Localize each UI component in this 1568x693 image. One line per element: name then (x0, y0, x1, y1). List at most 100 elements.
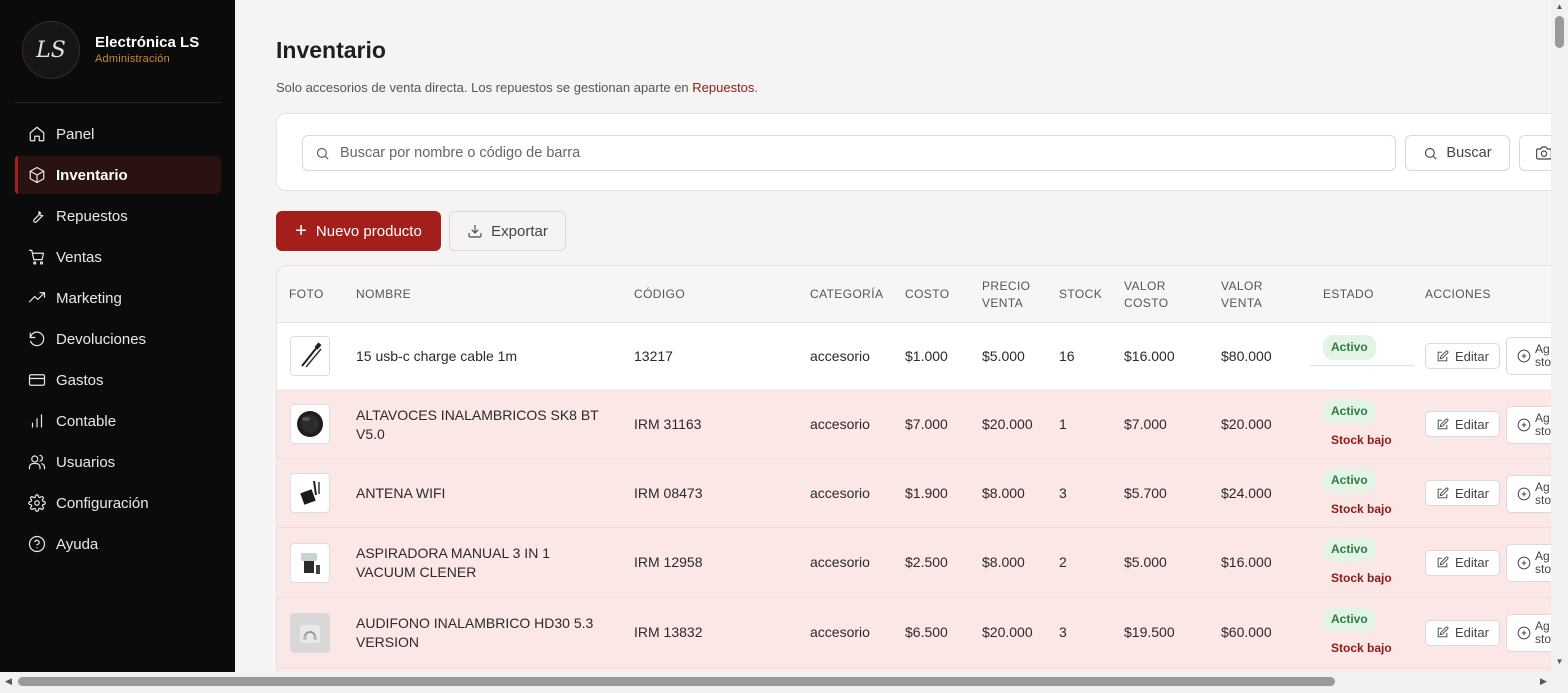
product-name: ASPIRADORA MANUAL 3 IN 1 VACUUM CLENER (356, 528, 616, 597)
search-button[interactable]: Buscar (1405, 135, 1510, 171)
product-category: accesorio (810, 624, 870, 640)
add-stock-button[interactable]: Ag sto (1506, 614, 1551, 652)
header-codigo[interactable]: CÓDIGO (634, 266, 685, 323)
horizontal-scroll-thumb[interactable] (18, 677, 1335, 686)
product-name-line1: 15 usb-c charge cable 1m (356, 348, 518, 364)
edit-button[interactable]: Editar (1425, 549, 1500, 576)
product-code: 13217 (634, 347, 673, 364)
header-estado[interactable]: ESTADO (1323, 266, 1374, 323)
edit-label: Editar (1455, 555, 1489, 570)
camera-scan-button[interactable] (1519, 135, 1551, 171)
vertical-scrollbar[interactable]: ▲ ▼ (1551, 0, 1568, 672)
edit-label: Editar (1455, 485, 1489, 501)
product-status: Activo Stock bajo (1323, 528, 1392, 597)
status-badge: Activo (1323, 607, 1376, 632)
product-price: $5.000 (982, 347, 1025, 364)
edit-button[interactable]: Editar (1425, 619, 1500, 646)
header-precio-venta-line2: VENTA (982, 295, 1024, 310)
product-category: accesorio (810, 347, 870, 364)
users-icon (28, 453, 46, 471)
product-name-line1: ASPIRADORA MANUAL 3 IN 1 (356, 545, 550, 561)
table-row[interactable]: 15 usb-c charge cable 1m 13217 accesorio… (277, 323, 1551, 390)
product-photo (290, 528, 330, 597)
table-row[interactable]: AUDIFONO INALAMBRICO HD30 5.3 VERSION IRM… (277, 598, 1551, 668)
status-badge: Activo (1323, 537, 1376, 562)
product-photo (290, 323, 330, 389)
new-product-button[interactable]: + Nuevo producto (276, 211, 441, 251)
product-name-line2: V5.0 (356, 426, 385, 442)
edit-icon (1437, 487, 1449, 498)
search-field[interactable] (302, 135, 1396, 171)
product-stock: 2 (1059, 554, 1067, 570)
edit-button[interactable]: Editar (1425, 480, 1500, 506)
brand-subtitle: Administración (95, 53, 170, 65)
scroll-up-arrow-icon[interactable]: ▲ (1555, 2, 1564, 11)
header-categoria[interactable]: CATEGORÍA (810, 266, 883, 323)
table-row[interactable]: ANTENA WIFI IRM 08473 accesorio $1.900 $… (277, 459, 1551, 528)
header-valor-costo-line1: VALOR (1124, 278, 1166, 293)
sidebar-item-usuarios[interactable]: Usuarios (15, 443, 221, 481)
row-actions: Editar (1425, 323, 1500, 389)
header-stock[interactable]: STOCK (1059, 266, 1102, 323)
sidebar-item-marketing[interactable]: Marketing (15, 279, 221, 317)
sidebar-item-configuracion[interactable]: Configuración (15, 484, 221, 522)
cable-thumbnail (290, 336, 330, 376)
product-sale-value: $80.000 (1221, 347, 1272, 364)
table-row[interactable]: ALTAVOCES INALAMBRICOS SK8 BT V5.0 IRM 31… (277, 390, 1551, 459)
table-header: FOTO NOMBRE CÓDIGO CATEGORÍA COSTO PRECI… (277, 266, 1551, 323)
header-valor-venta-line2: VENTA (1221, 295, 1263, 310)
product-cost: $6.500 (905, 624, 948, 640)
new-product-label: Nuevo producto (315, 222, 422, 240)
edit-icon (1437, 626, 1449, 638)
header-nombre[interactable]: NOMBRE (356, 266, 411, 323)
trending-up-icon (28, 289, 46, 307)
sidebar-item-label: Panel (56, 125, 95, 143)
add-stock-button[interactable]: Ag sto (1506, 337, 1551, 375)
product-name: AUDIFONO INALAMBRICO HD30 5.3 VERSION (356, 598, 616, 667)
export-button[interactable]: Exportar (449, 211, 566, 251)
add-stock-button[interactable]: Ag sto (1506, 475, 1551, 513)
status-badge: Activo (1323, 335, 1376, 360)
antenna-thumbnail (290, 473, 330, 513)
sidebar-item-devoluciones[interactable]: Devoluciones (15, 320, 221, 358)
sidebar-item-panel[interactable]: Panel (15, 115, 221, 153)
header-valor-venta[interactable]: VALOR VENTA (1221, 266, 1263, 323)
edit-button[interactable]: Editar (1425, 343, 1500, 369)
sidebar-item-label: Usuarios (56, 453, 116, 471)
add-stock-label-2: sto (1535, 424, 1551, 438)
repuestos-link[interactable]: Repuestos (692, 80, 754, 95)
horizontal-scrollbar[interactable]: ◀ ▶ (0, 672, 1568, 693)
header-costo[interactable]: COSTO (905, 266, 949, 323)
edit-button[interactable]: Editar (1425, 411, 1500, 437)
search-input[interactable] (340, 145, 1340, 161)
sidebar: LS Electrónica LS Administración Panel I… (0, 0, 235, 672)
row-actions: Editar (1425, 598, 1500, 667)
scroll-right-arrow-icon[interactable]: ▶ (1540, 676, 1547, 687)
header-valor-costo[interactable]: VALOR COSTO (1124, 266, 1168, 323)
page-title: Inventario (276, 37, 386, 63)
sidebar-item-contable[interactable]: Contable (15, 402, 221, 440)
low-stock-badge: Stock bajo (1331, 501, 1392, 516)
sidebar-item-repuestos[interactable]: Repuestos (15, 197, 221, 235)
sidebar-item-inventario[interactable]: Inventario (15, 156, 221, 194)
scroll-left-arrow-icon[interactable]: ◀ (5, 676, 12, 687)
header-precio-venta[interactable]: PRECIO VENTA (982, 266, 1030, 323)
vertical-scroll-thumb[interactable] (1555, 16, 1564, 48)
low-stock-badge: Stock bajo (1331, 641, 1392, 655)
sidebar-item-ventas[interactable]: Ventas (15, 238, 221, 276)
product-sale-value: $60.000 (1221, 624, 1272, 640)
header-foto[interactable]: FOTO (289, 266, 324, 323)
export-label: Exportar (491, 222, 548, 240)
search-card: Buscar (276, 113, 1551, 191)
sidebar-item-label: Ayuda (56, 535, 99, 553)
cart-icon (28, 248, 46, 266)
sidebar-item-gastos[interactable]: Gastos (15, 361, 221, 399)
sidebar-item-ayuda[interactable]: Ayuda (15, 525, 221, 563)
brand[interactable]: LS Electrónica LS Administración (22, 21, 199, 79)
add-stock-label-2: sto (1535, 632, 1551, 646)
add-stock-button[interactable]: Ag sto (1506, 544, 1551, 582)
status-divider (1310, 365, 1414, 366)
table-row[interactable]: ASPIRADORA MANUAL 3 IN 1 VACUUM CLENER IR… (277, 528, 1551, 598)
add-stock-button[interactable]: Ag sto (1506, 406, 1551, 444)
scroll-down-arrow-icon[interactable]: ▼ (1555, 657, 1564, 666)
